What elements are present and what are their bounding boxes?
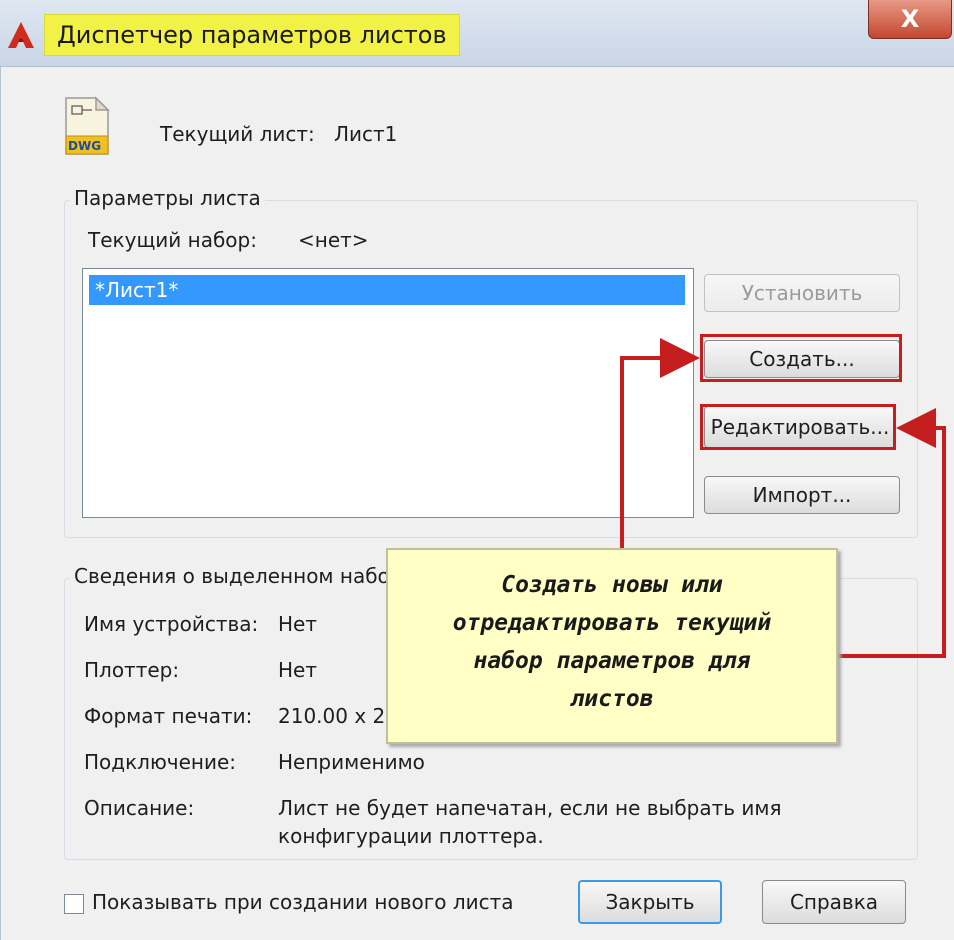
close-button[interactable]: Закрыть [578, 880, 722, 924]
callout-line: набор параметров для [473, 648, 751, 674]
annotation-callout: Создать новы или отредактировать текущий… [386, 548, 838, 744]
callout-line: листов [570, 686, 654, 712]
callout-line: отредактировать текущий [452, 610, 772, 636]
help-button[interactable]: Справка [762, 880, 906, 924]
callout-line: Создать новы или [501, 572, 723, 598]
show-on-new-sheet-checkbox[interactable] [64, 894, 84, 914]
show-on-new-sheet-label[interactable]: Показывать при создании нового листа [92, 890, 514, 914]
arrow-to-modify-button [838, 408, 946, 658]
arrow-to-new-button [620, 338, 700, 548]
annotation-arrows [620, 338, 946, 658]
